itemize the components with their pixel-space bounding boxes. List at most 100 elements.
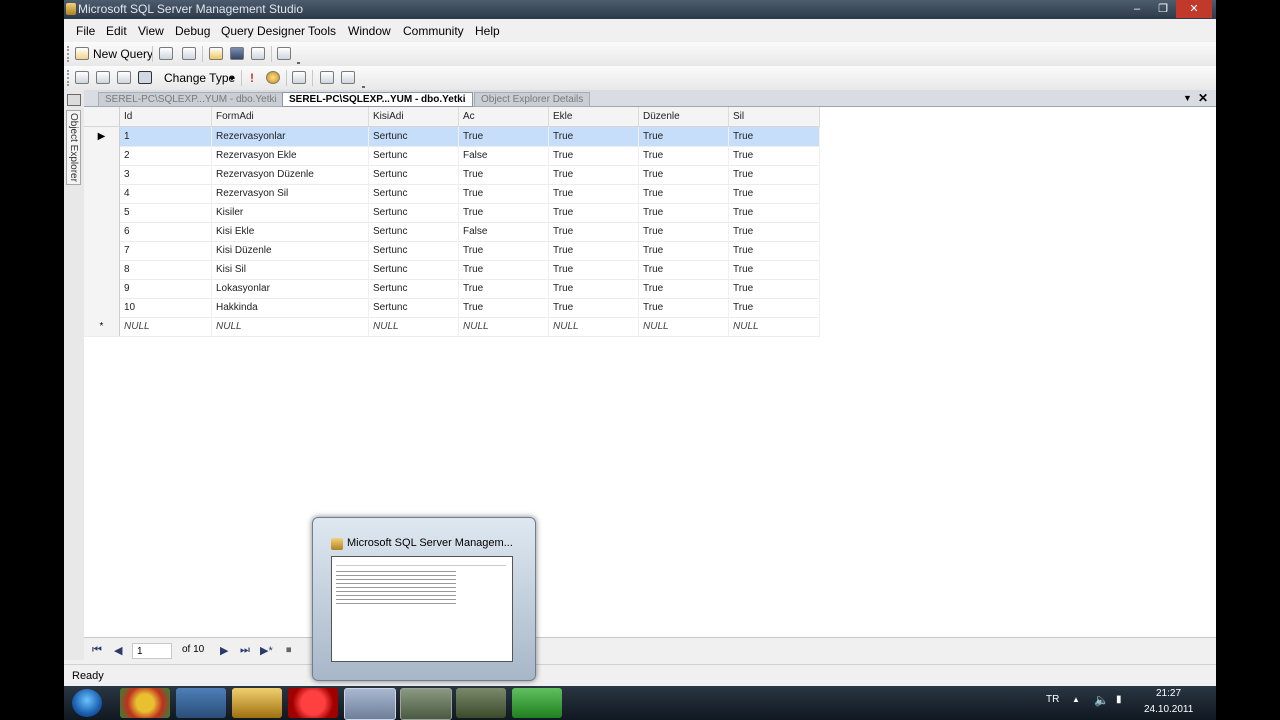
table-cell[interactable]: True (459, 241, 549, 260)
menu-debug[interactable]: Debug (175, 24, 210, 38)
new-row-indicator-icon[interactable]: * (84, 317, 120, 336)
table-cell[interactable]: True (639, 184, 729, 203)
table-cell[interactable]: Rezervasyon Düzenle (212, 165, 369, 184)
column-header-formadi[interactable]: FormAdi (212, 107, 369, 126)
table-row[interactable]: 7 Kisi Düzenle Sertunc True True True True (84, 241, 820, 261)
tab-yetki-active[interactable]: SEREL-PC\SQLEXP...YUM - dbo.Yetki (282, 92, 473, 107)
row-selector[interactable] (84, 203, 120, 222)
table-cell[interactable]: True (459, 184, 549, 203)
table-cell[interactable]: 2 (120, 146, 212, 165)
table-cell[interactable]: Sertunc (369, 165, 459, 184)
table-cell[interactable]: True (729, 279, 820, 298)
table-cell[interactable]: NULL (549, 317, 639, 336)
table-cell[interactable]: True (549, 165, 639, 184)
table-cell[interactable]: True (549, 127, 639, 146)
table-cell[interactable]: True (729, 222, 820, 241)
table-cell[interactable]: True (639, 222, 729, 241)
show-hidden-icons-icon[interactable]: ▲ (1072, 695, 1080, 704)
new-row[interactable]: * NULL NULL NULL NULL NULL NULL NULL (84, 317, 820, 337)
table-cell[interactable]: Sertunc (369, 279, 459, 298)
table-cell[interactable]: Kisiler (212, 203, 369, 222)
table-cell[interactable]: True (549, 279, 639, 298)
table-cell[interactable]: False (459, 222, 549, 241)
table-cell[interactable]: Sertunc (369, 222, 459, 241)
table-cell[interactable]: Kisi Ekle (212, 222, 369, 241)
table-cell[interactable]: True (459, 165, 549, 184)
ssms-taskbar-icon[interactable] (400, 688, 452, 720)
table-cell[interactable]: True (639, 203, 729, 222)
add-derived-table-icon[interactable] (341, 71, 355, 84)
column-header-duzenle[interactable]: Düzenle (639, 107, 729, 126)
row-selector[interactable] (84, 184, 120, 203)
table-cell[interactable]: Sertunc (369, 203, 459, 222)
menu-file[interactable]: File (76, 24, 95, 38)
chevron-down-icon[interactable]: ▼ (228, 74, 236, 83)
clock-time[interactable]: 21:27 (1156, 688, 1181, 699)
menu-tools[interactable]: Tools (308, 24, 336, 38)
start-button[interactable] (72, 689, 102, 717)
table-cell[interactable]: 6 (120, 222, 212, 241)
table-cell[interactable]: True (639, 260, 729, 279)
menu-edit[interactable]: Edit (106, 24, 127, 38)
row-selector[interactable] (84, 146, 120, 165)
open-folder-icon[interactable] (209, 47, 223, 60)
taskbar-thumbnail-preview[interactable]: Microsoft SQL Server Managem... (312, 517, 536, 681)
save-icon[interactable] (230, 47, 244, 60)
minimize-button[interactable]: – (1124, 0, 1150, 18)
table-cell[interactable]: 10 (120, 298, 212, 317)
previous-record-icon[interactable]: ◀ (114, 644, 122, 657)
table-cell[interactable]: 9 (120, 279, 212, 298)
table-cell[interactable]: True (729, 146, 820, 165)
table-cell[interactable]: Sertunc (369, 127, 459, 146)
add-table-icon[interactable] (320, 71, 334, 84)
table-cell[interactable]: False (459, 146, 549, 165)
close-button[interactable]: ✕ (1176, 0, 1212, 18)
table-cell[interactable]: True (729, 127, 820, 146)
group-by-icon[interactable] (292, 71, 306, 84)
table-row[interactable]: ▶ 1 Rezervasyonlar Sertunc True True True True (84, 127, 820, 147)
print-icon[interactable] (251, 47, 265, 60)
show-criteria-pane-icon[interactable] (96, 71, 110, 84)
menu-view[interactable]: View (138, 24, 164, 38)
row-selector[interactable] (84, 222, 120, 241)
table-cell[interactable]: 1 (120, 127, 212, 146)
menu-window[interactable]: Window (348, 24, 391, 38)
toolbar-overflow-icon[interactable] (362, 76, 365, 88)
chrome-icon[interactable] (120, 688, 170, 718)
row-selector[interactable] (84, 298, 120, 317)
new-query-button[interactable]: New Query (93, 47, 153, 61)
table-cell[interactable]: True (549, 146, 639, 165)
table-cell[interactable]: NULL (120, 317, 212, 336)
table-cell[interactable]: 8 (120, 260, 212, 279)
table-cell[interactable]: True (459, 127, 549, 146)
table-cell[interactable]: Rezervasyonlar (212, 127, 369, 146)
verify-sql-icon[interactable] (266, 71, 280, 84)
column-header-ac[interactable]: Ac (459, 107, 549, 126)
table-row[interactable]: 8 Kisi Sil Sertunc True True True True (84, 260, 820, 280)
menu-query-designer[interactable]: Query Designer (221, 24, 305, 38)
table-cell[interactable]: True (639, 298, 729, 317)
last-record-icon[interactable]: ⏭ (240, 644, 250, 657)
table-cell[interactable]: NULL (212, 317, 369, 336)
toolbar-overflow-icon[interactable] (297, 52, 300, 64)
table-cell[interactable]: NULL (459, 317, 549, 336)
app-green-icon[interactable] (512, 688, 562, 718)
table-cell[interactable]: True (639, 146, 729, 165)
table-cell[interactable]: Lokasyonlar (212, 279, 369, 298)
network-app-icon[interactable] (176, 688, 226, 718)
table-row[interactable]: 10 Hakkinda Sertunc True True True True (84, 298, 820, 318)
opera-icon[interactable] (288, 688, 338, 718)
table-cell[interactable]: 5 (120, 203, 212, 222)
table-cell[interactable]: True (729, 298, 820, 317)
column-header-ekle[interactable]: Ekle (549, 107, 639, 126)
table-cell[interactable]: True (729, 203, 820, 222)
table-cell[interactable]: True (729, 184, 820, 203)
table-cell[interactable]: True (549, 222, 639, 241)
row-selector[interactable] (84, 279, 120, 298)
clock-date[interactable]: 24.10.2011 (1144, 704, 1193, 715)
stop-icon[interactable]: ⏹ (286, 644, 292, 657)
show-sql-pane-icon[interactable] (117, 71, 131, 84)
first-record-icon[interactable]: ⏮ (92, 644, 102, 657)
table-row[interactable]: 3 Rezervasyon Düzenle Sertunc True True True T… (84, 165, 820, 185)
table-cell[interactable]: Hakkinda (212, 298, 369, 317)
